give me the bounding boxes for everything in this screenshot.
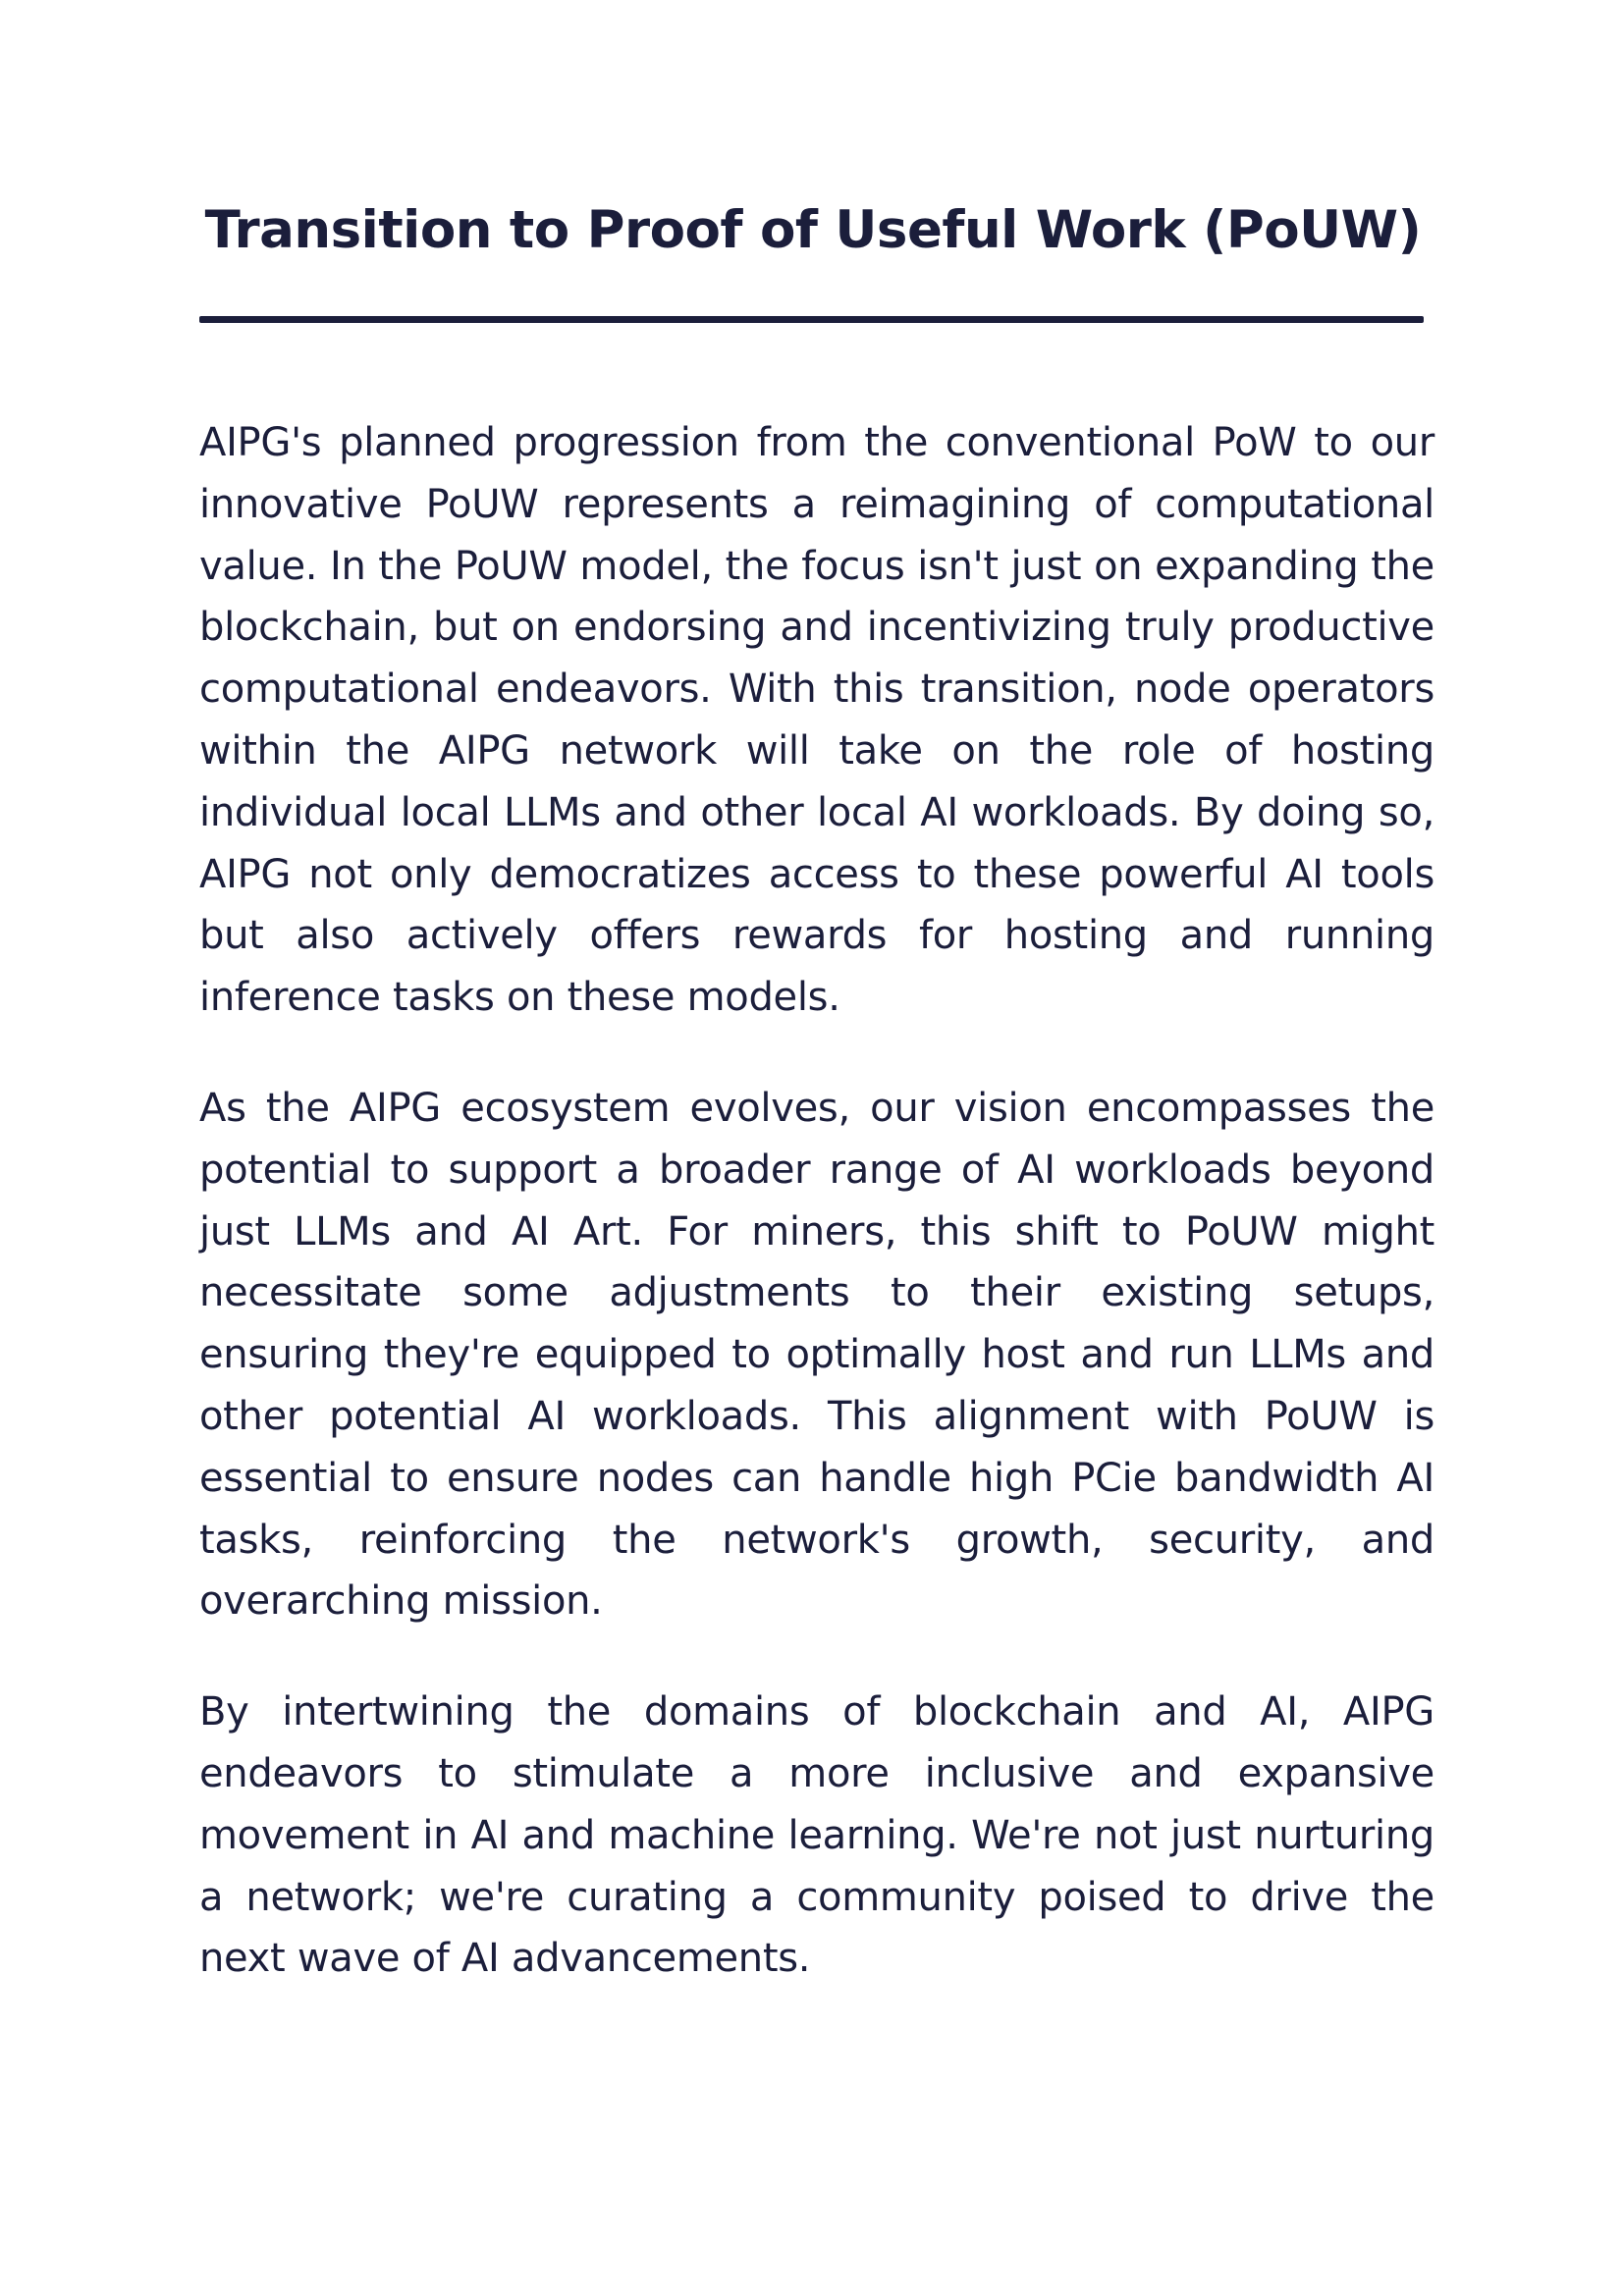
paragraph-pouw-transition: AIPG's planned progression from the conv… xyxy=(199,420,1434,1021)
page-title: Transition to Proof of Useful Work (PoUW… xyxy=(204,200,1422,260)
paragraph-ecosystem-vision: As the AIPG ecosystem evolves, our visio… xyxy=(199,1085,1434,1625)
paragraph-blockchain-ai: By intertwining the domains of blockchai… xyxy=(199,1689,1434,1982)
title-divider xyxy=(199,316,1424,323)
document-body: AIPG's planned progression from the conv… xyxy=(199,412,1434,2039)
document-page: Transition to Proof of Useful Work (PoUW… xyxy=(0,0,1623,2296)
